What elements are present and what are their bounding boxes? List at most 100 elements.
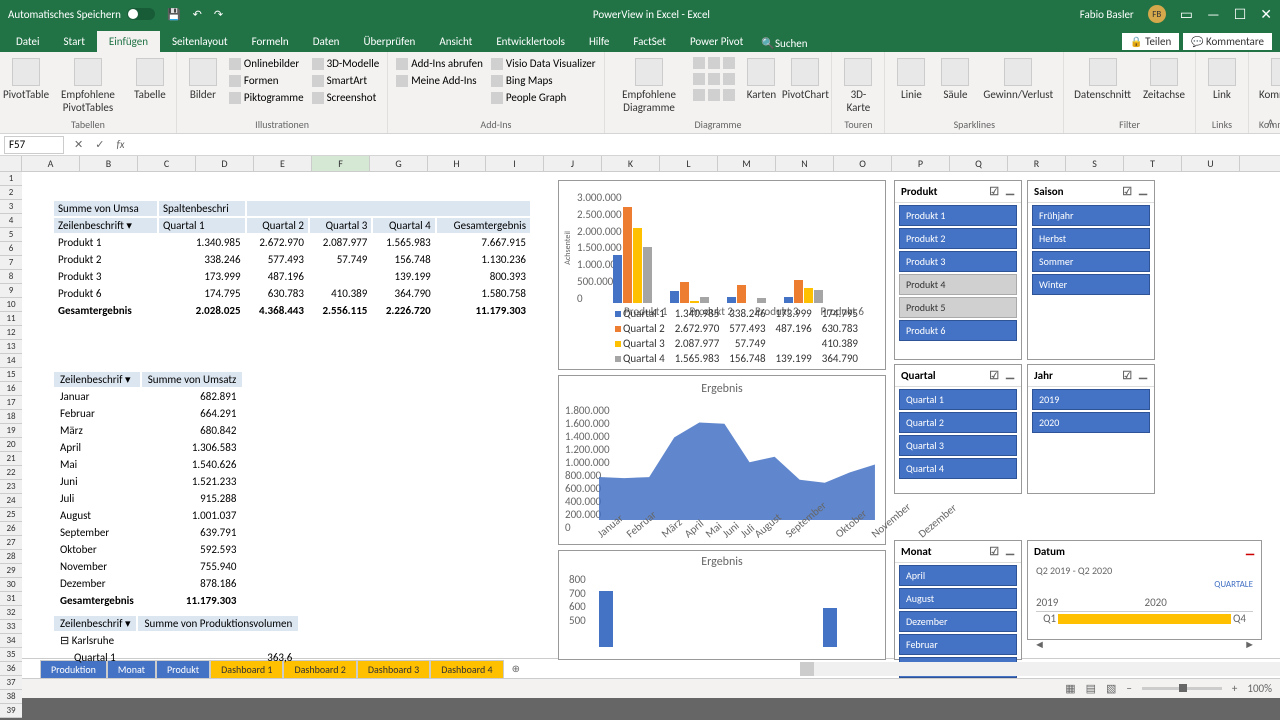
tab-einfügen[interactable]: Einfügen xyxy=(97,31,160,52)
visio-button[interactable]: Visio Data Visualizer xyxy=(489,56,598,71)
online-pictures-button[interactable]: Onlinebilder xyxy=(227,56,306,71)
3d-models-button[interactable]: 3D-Modelle xyxy=(310,56,382,71)
clear-filter-icon[interactable]: ⚊ xyxy=(1245,545,1255,558)
redo-icon[interactable]: ↷ xyxy=(214,8,223,21)
clear-filter-icon[interactable]: ⚊ xyxy=(1005,369,1015,382)
area-chart-ergebnis[interactable]: Ergebnis 1.800.0001.600.0001.400.0001.20… xyxy=(558,375,886,545)
close-icon[interactable]: ✕ xyxy=(1260,6,1272,23)
slicer-item[interactable]: Produkt 2 xyxy=(899,228,1017,249)
undo-icon[interactable]: ↶ xyxy=(193,8,202,21)
horizontal-scrollbar[interactable] xyxy=(800,662,1280,676)
comment-button[interactable]: Kommentar xyxy=(1255,56,1280,103)
3d-map-button[interactable]: 3D-Karte xyxy=(838,56,878,116)
maximize-icon[interactable]: ☐ xyxy=(1234,6,1247,23)
smartart-button[interactable]: SmartArt xyxy=(310,73,382,88)
table-button[interactable]: Tabelle xyxy=(130,56,170,103)
timeline-selection[interactable] xyxy=(1058,614,1232,624)
tab-seitenlayout[interactable]: Seitenlayout xyxy=(160,31,240,52)
tab-formeln[interactable]: Formeln xyxy=(240,31,301,52)
comments-button[interactable]: 💬 Kommentare xyxy=(1183,33,1272,50)
bar-chart-product[interactable]: Achsenteil 3.000.0002.500.0002.000.0001.… xyxy=(558,180,886,370)
slicer-item[interactable]: Quartal 2 xyxy=(899,412,1017,433)
screenshot-button[interactable]: Screenshot xyxy=(310,90,382,105)
slicer-saison[interactable]: Saison☑⚊ FrühjahrHerbstSommerWinter xyxy=(1027,180,1155,360)
slicer-item[interactable]: April xyxy=(899,565,1017,586)
pictures-button[interactable]: Bilder xyxy=(183,56,223,103)
tab-ansicht[interactable]: Ansicht xyxy=(427,31,484,52)
bar-chart-ergebnis-2[interactable]: Ergebnis 800700600500 xyxy=(558,550,886,660)
tab-factset[interactable]: FactSet xyxy=(621,31,678,52)
slicer-item[interactable]: Winter xyxy=(1032,274,1150,295)
zoom-in-icon[interactable]: + xyxy=(1232,682,1237,695)
sheet-tab[interactable]: Dashboard 3 xyxy=(357,660,430,678)
zoom-out-icon[interactable]: − xyxy=(1126,682,1131,695)
slicer-monat[interactable]: Monat☑⚊ AprilAugustDezemberFebruarJanuar xyxy=(894,540,1022,660)
view-layout-icon[interactable]: ▤ xyxy=(1086,682,1096,695)
slicer-item[interactable]: Produkt 5 xyxy=(899,297,1017,318)
slicer-item[interactable]: Herbst xyxy=(1032,228,1150,249)
enter-formula-icon[interactable]: ✓ xyxy=(89,138,110,151)
sparkline-winloss-button[interactable]: Gewinn/Verlust xyxy=(979,56,1057,103)
tab-entwicklertools[interactable]: Entwicklertools xyxy=(484,31,577,52)
multiselect-icon[interactable]: ☑ xyxy=(989,185,999,198)
column-headers[interactable]: ABCDEFGHIJKLMNOPQRSTU xyxy=(22,156,1280,172)
slicer-produkt[interactable]: Produkt☑⚊ Produkt 1Produkt 2Produkt 3Pro… xyxy=(894,180,1022,360)
slicer-item[interactable]: Sommer xyxy=(1032,251,1150,272)
slicer-item[interactable]: Produkt 3 xyxy=(899,251,1017,272)
name-box[interactable] xyxy=(4,136,64,154)
slicer-item[interactable]: Produkt 4 xyxy=(899,274,1017,295)
search-box[interactable]: 🔍 Suchen xyxy=(755,35,813,52)
clear-filter-icon[interactable]: ⚊ xyxy=(1005,185,1015,198)
tab-überprüfen[interactable]: Überprüfen xyxy=(351,31,427,52)
chart-type-1[interactable] xyxy=(691,56,737,70)
fx-icon[interactable]: fx xyxy=(110,138,130,151)
clear-filter-icon[interactable]: ⚊ xyxy=(1138,185,1148,198)
pivot-table-production[interactable]: Zeilenbeschrif ▾Summe von Produktionsvol… xyxy=(52,614,300,667)
chart-type-3[interactable] xyxy=(691,88,737,102)
pivot-table-month[interactable]: Zeilenbeschrif ▾Summe von Umsatz Januar6… xyxy=(52,370,244,610)
clear-filter-icon[interactable]: ⚊ xyxy=(1138,369,1148,382)
slicer-item[interactable]: 2019 xyxy=(1032,389,1150,410)
timeline-datum[interactable]: Datum⚊ Q2 2019 - Q2 2020 QUARTALE 201920… xyxy=(1027,540,1262,640)
multiselect-icon[interactable]: ☑ xyxy=(989,369,999,382)
clear-filter-icon[interactable]: ⚊ xyxy=(1005,545,1015,558)
add-sheet-button[interactable]: ⊕ xyxy=(504,660,528,677)
cancel-formula-icon[interactable]: ✕ xyxy=(68,138,89,151)
my-addins-button[interactable]: Meine Add-Ins xyxy=(394,73,485,88)
zoom-slider[interactable] xyxy=(1142,687,1222,690)
timeline-next-icon[interactable]: ► xyxy=(1244,638,1255,651)
get-addins-button[interactable]: Add-Ins abrufen xyxy=(394,56,485,71)
pivot-table-product[interactable]: Summe von UmsaSpaltenbeschri Zeilenbesch… xyxy=(52,199,532,320)
pivotchart-button[interactable]: PivotChart xyxy=(785,56,825,103)
slicer-item[interactable]: Quartal 3 xyxy=(899,435,1017,456)
tab-hilfe[interactable]: Hilfe xyxy=(577,31,621,52)
tab-power pivot[interactable]: Power Pivot xyxy=(678,31,755,52)
tab-daten[interactable]: Daten xyxy=(301,31,352,52)
slicer-item[interactable]: Februar xyxy=(899,634,1017,655)
autosave-toggle[interactable]: Automatisches Speichern xyxy=(8,8,155,21)
people-graph-button[interactable]: People Graph xyxy=(489,90,598,105)
view-pagebreak-icon[interactable]: ▧ xyxy=(1106,682,1116,695)
recommended-charts-button[interactable]: Empfohlene Diagramme xyxy=(611,56,688,116)
maps-button[interactable]: Karten xyxy=(741,56,781,103)
recommended-pivot-button[interactable]: Empfohlene PivotTables xyxy=(50,56,126,116)
shapes-button[interactable]: Formen xyxy=(227,73,306,88)
pivottable-button[interactable]: PivotTable xyxy=(6,56,46,103)
slicer-jahr[interactable]: Jahr☑⚊ 20192020 xyxy=(1027,364,1155,494)
slicer-item[interactable]: Frühjahr xyxy=(1032,205,1150,226)
minimize-icon[interactable]: — xyxy=(1207,6,1220,23)
slicer-item[interactable]: Quartal 4 xyxy=(899,458,1017,479)
zoom-level[interactable]: 100% xyxy=(1247,682,1272,695)
sparkline-column-button[interactable]: Säule xyxy=(935,56,975,103)
slicer-item[interactable]: Quartal 1 xyxy=(899,389,1017,410)
sheet-tab[interactable]: Dashboard 4 xyxy=(430,660,503,678)
slicer-item[interactable]: Dezember xyxy=(899,611,1017,632)
icons-button[interactable]: Piktogramme xyxy=(227,90,306,105)
slicer-button[interactable]: Datenschnitt xyxy=(1070,56,1135,103)
timeline-button[interactable]: Zeitachse xyxy=(1139,56,1189,103)
tab-datei[interactable]: Datei xyxy=(4,31,52,52)
ribbon-mode-icon[interactable]: ▭ xyxy=(1180,6,1193,23)
save-icon[interactable]: 💾 xyxy=(167,8,181,21)
timeline-prev-icon[interactable]: ◄ xyxy=(1034,638,1045,651)
slicer-quartal[interactable]: Quartal☑⚊ Quartal 1Quartal 2Quartal 3Qua… xyxy=(894,364,1022,494)
